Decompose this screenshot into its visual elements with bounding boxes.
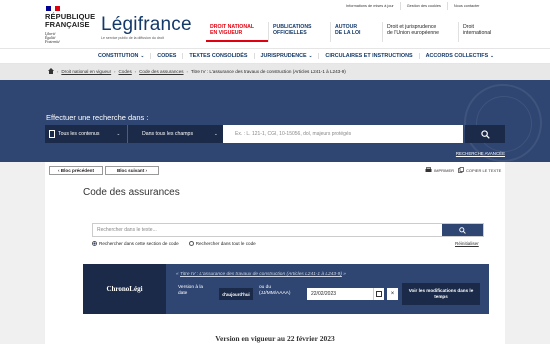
view-changes-button[interactable]: Voir les modifications dans le temps <box>402 283 480 305</box>
today-button[interactable]: d'aujourd'hui <box>219 288 253 300</box>
content-select[interactable]: Tous les contenus ⌄ <box>45 125 127 143</box>
chevron-down-icon: ⌄ <box>140 53 145 58</box>
motto: Liberté Égalité Fraternité <box>45 32 60 45</box>
nav-autour-loi[interactable]: AUTOUR DE LA LOI <box>330 22 382 42</box>
search-band: Effectuer une recherche dans : Tous les … <box>0 80 550 162</box>
chronolegi-title: ChronoLégi <box>83 264 166 314</box>
site-header: RÉPUBLIQUE FRANÇAISE Liberté Égalité Fra… <box>0 0 550 48</box>
field-select[interactable]: Dans tous les champs ⌄ <box>127 125 223 143</box>
radio-all-code[interactable]: Rechercher dans tout le code <box>188 241 256 246</box>
search-scope: Rechercher dans cette section de code Re… <box>92 241 256 246</box>
nav-publications[interactable]: PUBLICATIONS OFFICIELLES <box>268 22 330 42</box>
search-icon <box>459 226 466 234</box>
subnav-jurisprudence[interactable]: JURISPRUDENCE ⌄ <box>253 53 319 59</box>
top-link-updates[interactable]: Informations de mises à jour <box>340 2 400 10</box>
print-button[interactable]: IMPRIMER <box>425 167 454 173</box>
previous-block-button[interactable]: ‹ Bloc précédent <box>49 166 103 175</box>
chronolegi-panel: ChronoLégi « Titre IV : L'assurance des … <box>83 264 489 314</box>
subnav-circulaires[interactable]: CIRCULAIRES ET INSTRUCTIONS <box>318 53 418 59</box>
home-icon[interactable] <box>48 68 54 74</box>
next-block-button[interactable]: Bloc suivant › <box>105 166 159 175</box>
breadcrumb: › Droit national en vigueur › Codes › Co… <box>0 64 550 80</box>
version-date-label: Version à la date <box>178 285 204 296</box>
calendar-icon <box>376 291 382 297</box>
subnav-codes[interactable]: CODES <box>150 53 182 59</box>
chrono-context-link[interactable]: Titre IV : L'assurance des travaux de co… <box>180 272 342 277</box>
secondary-nav: CONSTITUTION ⌄ CODES TEXTES CONSOLIDÉS JU… <box>0 48 550 64</box>
main-panel: ‹ Bloc précédent Bloc suivant › IMPRIMER… <box>45 162 505 344</box>
republique-francaise-logo[interactable]: RÉPUBLIQUE FRANÇAISE <box>45 13 95 29</box>
clear-date-button[interactable]: × <box>387 288 398 300</box>
search-form: Tous les contenus ⌄ Dans tous les champs… <box>45 125 505 143</box>
chevron-down-icon: ⌄ <box>308 53 313 58</box>
chevron-down-icon: ⌄ <box>214 131 218 136</box>
top-link-cookies[interactable]: Gestion des cookies <box>399 2 447 10</box>
print-icon <box>425 167 432 172</box>
chrono-context: « Titre IV : L'assurance des travaux de … <box>176 272 346 277</box>
chevron-down-icon: ⌄ <box>116 131 121 136</box>
date-format-label: ou du (JJ/MM/AAAA) <box>259 285 291 296</box>
calendar-button[interactable] <box>373 288 384 300</box>
radio-unchecked-icon <box>188 241 194 246</box>
marianne-flag-icon <box>46 6 61 11</box>
radio-section[interactable]: Rechercher dans cette section de code <box>92 241 179 246</box>
search-title: Effectuer une recherche dans : <box>46 113 149 122</box>
breadcrumb-codes[interactable]: Codes <box>118 69 131 74</box>
code-search-button[interactable] <box>442 224 483 236</box>
subnav-textes-consolides[interactable]: TEXTES CONSOLIDÉS <box>182 53 253 59</box>
breadcrumb-code-assurances[interactable]: Code des assurances <box>139 69 183 74</box>
search-input[interactable]: Ex. : L. 121-1, CGI, 10-15056, dol, maje… <box>223 125 463 143</box>
radio-checked-icon <box>92 241 97 246</box>
subnav-constitution[interactable]: CONSTITUTION ⌄ <box>98 53 150 59</box>
top-link-contact[interactable]: Nous contacter <box>446 2 486 10</box>
top-links: Informations de mises à jour Gestion des… <box>340 2 485 10</box>
breadcrumb-current: Titre IV : L'assurance des travaux de co… <box>190 68 346 74</box>
code-search-box: Rechercher dans le texte... <box>92 223 484 237</box>
copy-text-button[interactable]: COPIER LE TEXTE <box>458 167 501 173</box>
breadcrumb-droit-national[interactable]: Droit national en vigueur <box>61 69 111 74</box>
page-title: Code des assurances <box>83 187 180 198</box>
advanced-search-link[interactable]: RECHERCHE AVANCÉE <box>456 151 505 156</box>
nav-droit-ue[interactable]: Droit et jurisprudence de l'Union europé… <box>382 22 458 42</box>
reset-link[interactable]: Réinitialiser <box>455 241 479 246</box>
nav-droit-international[interactable]: Droit international <box>458 22 502 42</box>
search-button[interactable] <box>465 125 505 143</box>
document-icon <box>49 130 55 138</box>
subnav-accords-collectifs[interactable]: ACCORDS COLLECTIFS ⌄ <box>418 53 500 59</box>
main-nav: DROIT NATIONAL EN VIGUEUR PUBLICATIONS O… <box>206 22 502 42</box>
version-heading: Version en vigueur au 22 février 2023 <box>215 334 335 343</box>
code-search-input[interactable]: Rechercher dans le texte... <box>93 224 442 236</box>
date-input[interactable]: 22/02/2023 <box>307 288 373 300</box>
copy-icon <box>458 167 464 173</box>
search-icon <box>480 129 490 139</box>
chevron-down-icon: ⌄ <box>490 53 494 58</box>
nav-droit-national[interactable]: DROIT NATIONAL EN VIGUEUR <box>206 22 268 42</box>
brand-tagline: Le service public de la diffusion du dro… <box>101 36 164 40</box>
brand-title[interactable]: Légifrance <box>101 14 192 36</box>
